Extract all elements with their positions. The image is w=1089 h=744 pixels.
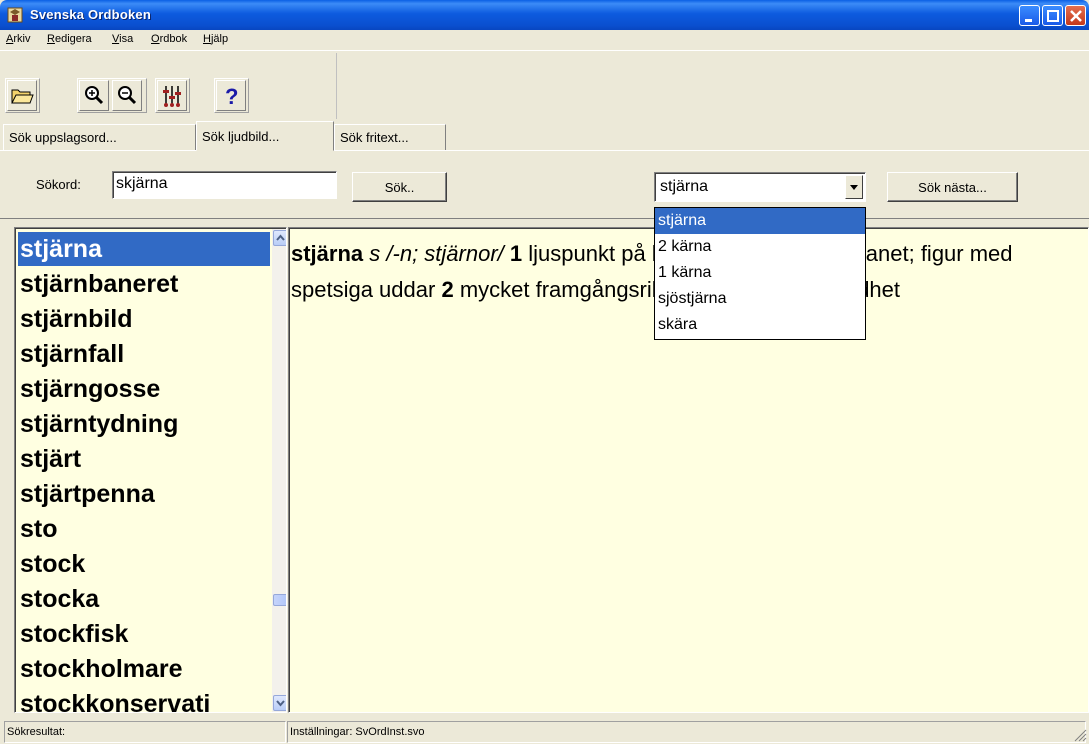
- sense-number: 1: [509, 241, 523, 266]
- menu-ordbok[interactable]: Ordbok: [151, 33, 187, 45]
- list-item[interactable]: stjärngosse: [18, 372, 270, 406]
- zoom-out-icon: [118, 86, 137, 105]
- minimize-button[interactable]: [1019, 5, 1040, 26]
- list-item[interactable]: stjärnbild: [18, 302, 270, 336]
- scroll-up-button[interactable]: [273, 230, 286, 246]
- combo-dropdown-list[interactable]: stjärna 2 kärna 1 kärna sjöstjärna skära: [654, 207, 866, 340]
- tab-sok-fritext[interactable]: Sök fritext...: [334, 124, 446, 151]
- tab-label: Sök fritext...: [340, 130, 409, 145]
- menu-accel: R: [47, 33, 55, 45]
- list-item[interactable]: stjärna: [18, 232, 270, 266]
- status-search-result: Sökresultat:: [4, 721, 286, 743]
- zoom-in-button[interactable]: [79, 80, 109, 111]
- chevron-up-icon: [276, 234, 285, 241]
- title-bar[interactable]: Svenska Ordboken: [0, 0, 1089, 30]
- help-button[interactable]: ?: [216, 80, 246, 111]
- tab-sok-ljudbild[interactable]: Sök ljudbild...: [196, 121, 334, 151]
- sense-number: 2: [441, 277, 454, 302]
- close-button[interactable]: [1065, 5, 1086, 26]
- entry-headword: stjärna: [291, 241, 364, 266]
- list-item[interactable]: stockfisk: [18, 617, 270, 651]
- dropdown-option[interactable]: 1 kärna: [655, 260, 865, 286]
- list-item[interactable]: stjärtpenna: [18, 477, 270, 511]
- minimize-icon: [1025, 19, 1032, 22]
- list-item[interactable]: stjärntydning: [18, 407, 270, 441]
- menu-label: edigera: [54, 33, 92, 45]
- search-button-label: Sök..: [384, 180, 415, 195]
- dropdown-option[interactable]: 2 kärna: [655, 234, 865, 260]
- word-combobox[interactable]: stjärna: [654, 172, 866, 202]
- search-next-label: Sök nästa...: [918, 180, 987, 195]
- close-icon: [1070, 10, 1082, 22]
- menu-label: rkiv: [13, 33, 31, 45]
- combo-value: stjärna: [660, 178, 709, 195]
- menu-redigera[interactable]: Redigera: [47, 33, 92, 45]
- tab-baseline: [0, 150, 1089, 151]
- list-item[interactable]: stjärnbaneret: [18, 267, 270, 301]
- chevron-down-icon: [276, 700, 285, 707]
- scroll-down-button[interactable]: [273, 695, 286, 711]
- resize-grip-icon[interactable]: [1073, 728, 1087, 742]
- settings-sliders-icon: [163, 86, 181, 107]
- open-folder-icon: [11, 89, 34, 104]
- list-item[interactable]: stockholmare: [18, 652, 270, 686]
- menu-arkiv[interactable]: Arkiv: [6, 33, 30, 45]
- toolbar-group-file: [5, 78, 40, 113]
- list-item[interactable]: sto: [18, 512, 270, 546]
- word-list-scrollbar[interactable]: [272, 229, 286, 712]
- panel-divider: [0, 218, 1089, 226]
- zoom-out-button[interactable]: [112, 80, 142, 111]
- menu-bar: Arkiv Redigera Visa Ordbok Hjälp: [0, 30, 1089, 49]
- svg-text:?: ?: [225, 84, 238, 108]
- dropdown-option[interactable]: skära: [655, 312, 865, 338]
- entry-grammar: s /-n; stjärnor/: [369, 241, 504, 266]
- status-left-text: Sökresultat:: [7, 726, 66, 738]
- maximize-button[interactable]: [1042, 5, 1063, 26]
- list-item[interactable]: stockkonservati: [18, 687, 270, 712]
- list-item[interactable]: stocka: [18, 582, 270, 616]
- status-right-text: Inställningar: SvOrdInst.svo: [290, 726, 425, 738]
- search-label: Sökord:: [36, 177, 81, 192]
- toolbar-group-settings: [155, 78, 190, 113]
- dropdown-option[interactable]: sjöstjärna: [655, 286, 865, 312]
- tab-label: Sök uppslagsord...: [9, 130, 117, 145]
- toolbar-divider: [336, 53, 337, 119]
- list-item[interactable]: stjärt: [18, 442, 270, 476]
- search-next-button[interactable]: Sök nästa...: [887, 172, 1018, 202]
- menu-visa[interactable]: Visa: [112, 33, 133, 45]
- menu-label: jälp: [210, 33, 229, 45]
- menu-accel: O: [151, 33, 160, 45]
- word-list[interactable]: stjärna stjärnbaneret stjärnbild stjärnf…: [14, 227, 287, 713]
- zoom-in-icon: [85, 86, 104, 105]
- dropdown-option[interactable]: stjärna: [655, 208, 865, 234]
- search-input-value: skjärna: [116, 175, 168, 192]
- tab-label: Sök ljudbild...: [202, 129, 280, 144]
- toolbar-group-help: ?: [214, 78, 249, 113]
- app-icon: [7, 7, 23, 23]
- window-title: Svenska Ordboken: [30, 7, 151, 22]
- search-button[interactable]: Sök..: [352, 172, 447, 202]
- maximize-icon: [1047, 10, 1059, 22]
- help-icon: ?: [225, 84, 238, 108]
- status-settings: Inställningar: SvOrdInst.svo: [287, 721, 1086, 743]
- open-button[interactable]: [7, 80, 37, 111]
- toolbar-group-zoom: [77, 78, 147, 113]
- chevron-down-icon: [850, 185, 858, 190]
- scroll-thumb[interactable]: [273, 594, 286, 606]
- menu-accel: H: [203, 33, 211, 45]
- settings-button[interactable]: [157, 80, 187, 111]
- list-item[interactable]: stock: [18, 547, 270, 581]
- menu-label: isa: [119, 33, 134, 45]
- tab-sok-uppslagsord[interactable]: Sök uppslagsord...: [3, 124, 196, 151]
- status-bar: Sökresultat: Inställningar: SvOrdInst.sv…: [0, 719, 1089, 744]
- menu-label: rdbok: [159, 33, 188, 45]
- menu-hjalp[interactable]: Hjälp: [203, 33, 228, 45]
- list-item[interactable]: stjärnfall: [18, 337, 270, 371]
- combo-dropdown-button[interactable]: [845, 175, 863, 199]
- search-input[interactable]: skjärna: [112, 171, 337, 199]
